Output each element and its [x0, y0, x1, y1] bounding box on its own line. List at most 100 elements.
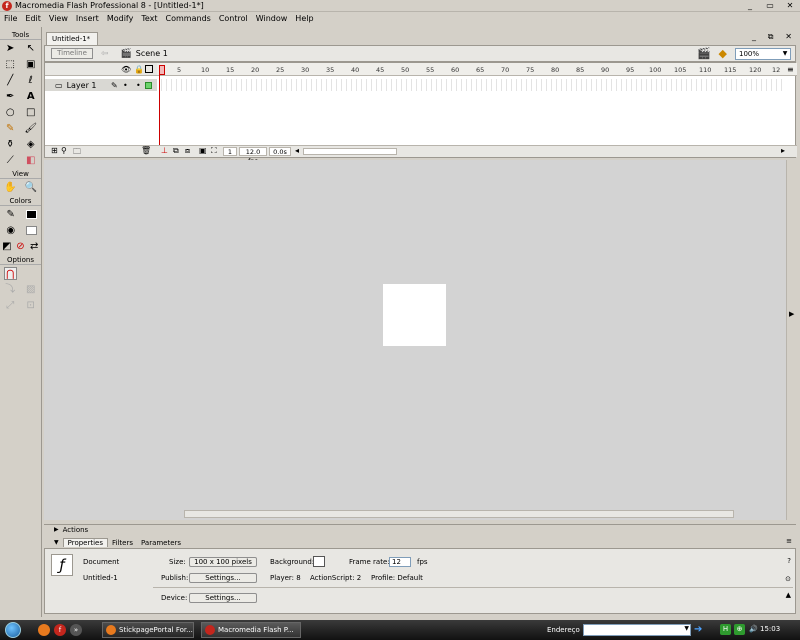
eye-icon[interactable]: 👁	[121, 65, 131, 74]
black-white-icon[interactable]: ◩	[0, 240, 13, 253]
add-guide-layer-icon[interactable]: ⚲	[61, 146, 67, 155]
stroke-color-swatch[interactable]	[25, 209, 37, 219]
size-button[interactable]: 100 x 100 pixels	[189, 557, 257, 567]
minimize-icon[interactable]: _	[744, 1, 756, 10]
back-arrow-icon[interactable]: ⇦	[101, 49, 109, 59]
fill-color-icon[interactable]: ◉	[4, 224, 17, 237]
tab-properties[interactable]: Properties	[62, 538, 109, 547]
selection-arrow-icon[interactable]: ➤	[4, 42, 17, 55]
menu-window[interactable]: Window	[252, 14, 292, 23]
menu-commands[interactable]: Commands	[162, 14, 215, 23]
layer-name[interactable]: Layer 1	[67, 81, 97, 90]
volume-icon[interactable]: 🔊	[748, 624, 759, 635]
menu-text[interactable]: Text	[137, 14, 161, 23]
onion-outlines-icon[interactable]: ⧈	[185, 146, 190, 156]
frame-cells[interactable]	[157, 79, 783, 91]
tab-parameters[interactable]: Parameters	[137, 539, 185, 547]
stroke-color-icon[interactable]: ✎	[4, 208, 17, 221]
chevron-down-icon[interactable]: ▼	[684, 625, 689, 632]
subselection-arrow-icon[interactable]: ↖	[24, 42, 37, 55]
doc-close-icon[interactable]: ✕	[785, 32, 792, 44]
onion-markers-icon[interactable]: ⛶	[211, 146, 217, 156]
document-tab[interactable]: Untitled-1*	[46, 32, 98, 45]
help-icon[interactable]: ?	[787, 557, 791, 565]
scroll-right-icon[interactable]: ▸	[781, 146, 785, 155]
edit-scene-icon[interactable]: 🎬	[697, 47, 711, 60]
collapse-arrow-icon[interactable]: ▶	[789, 310, 794, 318]
text-tool-icon[interactable]: A	[24, 90, 37, 103]
lock-icon[interactable]: 🔒	[134, 65, 144, 74]
snap-magnet-icon[interactable]: ⋂	[3, 266, 17, 280]
pen-icon[interactable]: ✒	[4, 90, 17, 103]
close-icon[interactable]: ✕	[784, 1, 796, 10]
expand-icon[interactable]: ▲	[786, 591, 791, 599]
lasso-icon[interactable]: ℓ	[24, 74, 37, 87]
collapse-arrow-icon[interactable]: ▼	[54, 539, 59, 546]
timeline-scroll-thumb[interactable]	[303, 148, 397, 155]
playhead[interactable]	[159, 65, 165, 157]
swap-colors-icon[interactable]: ⇄	[28, 240, 41, 253]
menu-help[interactable]: Help	[291, 14, 317, 23]
actions-panel-header[interactable]: ▶ Actions	[44, 524, 796, 534]
horizontal-scrollbar[interactable]	[184, 510, 734, 518]
quicklaunch-chevron-icon[interactable]: »	[70, 624, 82, 636]
paint-bucket-icon[interactable]: ◈	[24, 138, 37, 151]
menu-control[interactable]: Control	[215, 14, 252, 23]
actions-label[interactable]: Actions	[63, 526, 89, 534]
frame-rate-field[interactable]: 12	[389, 557, 411, 567]
tray-app-icon[interactable]: ⊕	[734, 624, 745, 635]
visibility-dot[interactable]: •	[123, 81, 128, 90]
expand-arrow-icon[interactable]: ▶	[54, 526, 59, 533]
timeline-button[interactable]: Timeline	[51, 48, 93, 59]
menu-insert[interactable]: Insert	[72, 14, 103, 23]
firefox-icon[interactable]	[38, 624, 50, 636]
fill-color-swatch[interactable]	[25, 225, 37, 235]
ink-bottle-icon[interactable]: ⚱	[4, 138, 17, 151]
task-stickpage[interactable]: StickpagePortal For...	[102, 622, 194, 638]
edit-symbols-icon[interactable]: ◆	[719, 47, 727, 60]
oval-icon[interactable]: ○	[4, 106, 17, 119]
publish-settings-button[interactable]: Settings...	[189, 573, 257, 583]
no-color-icon[interactable]: ⊘	[14, 240, 27, 253]
outline-icon[interactable]	[145, 65, 153, 73]
start-button[interactable]	[0, 620, 26, 640]
onion-skin-icon[interactable]: ⧉	[173, 146, 179, 156]
delete-layer-icon[interactable]: 🗑	[141, 146, 151, 155]
zoom-select[interactable]: 100% ▼	[735, 48, 791, 60]
document-canvas[interactable]	[383, 284, 446, 346]
go-arrow-icon[interactable]: ➔	[694, 624, 702, 635]
menu-file[interactable]: File	[0, 14, 21, 23]
vertical-scrollbar[interactable]: ▶	[786, 160, 796, 520]
doc-restore-icon[interactable]: ⧉	[768, 32, 774, 44]
hand-icon[interactable]: ✋	[4, 181, 17, 194]
brush-icon[interactable]: 🖌	[24, 122, 37, 135]
panel-menu-icon[interactable]: ≡	[786, 537, 792, 545]
device-settings-button[interactable]: Settings...	[189, 593, 257, 603]
flash-icon[interactable]: f	[54, 624, 66, 636]
timeline-menu-icon[interactable]: ≡	[787, 65, 794, 74]
layer-outline-color[interactable]	[145, 81, 152, 89]
menu-modify[interactable]: Modify	[103, 14, 138, 23]
gradient-transform-icon[interactable]: ▣	[24, 58, 37, 71]
pencil-icon[interactable]: ✎	[4, 122, 17, 135]
frame-ruler[interactable]: 1 5 10 15 20 25 30 35 40 45 50 55 60 65 …	[157, 63, 797, 76]
free-transform-icon[interactable]: ⬚	[4, 58, 17, 71]
lock-dot[interactable]: •	[136, 81, 141, 90]
eyedropper-icon[interactable]: ⟋	[4, 154, 17, 167]
tray-app-icon[interactable]: H	[720, 624, 731, 635]
task-flash[interactable]: Macromedia Flash P...	[201, 622, 301, 638]
edit-icon[interactable]: ⊙	[785, 575, 791, 583]
edit-multiple-frames-icon[interactable]: ▣	[199, 146, 207, 155]
scroll-left-icon[interactable]: ◂	[295, 146, 299, 155]
line-icon[interactable]: ╱	[4, 74, 17, 87]
eraser-icon[interactable]: ◧	[24, 154, 37, 167]
rectangle-icon[interactable]: □	[24, 106, 37, 119]
doc-minimize-icon[interactable]: _	[752, 32, 756, 44]
center-frame-icon[interactable]: ⊥	[161, 146, 168, 155]
menu-edit[interactable]: Edit	[21, 14, 45, 23]
address-input[interactable]: ▼	[583, 624, 691, 636]
menu-view[interactable]: View	[45, 14, 72, 23]
tab-filters[interactable]: Filters	[108, 539, 137, 547]
background-color-swatch[interactable]	[313, 556, 325, 567]
stage-area[interactable]	[44, 160, 796, 520]
